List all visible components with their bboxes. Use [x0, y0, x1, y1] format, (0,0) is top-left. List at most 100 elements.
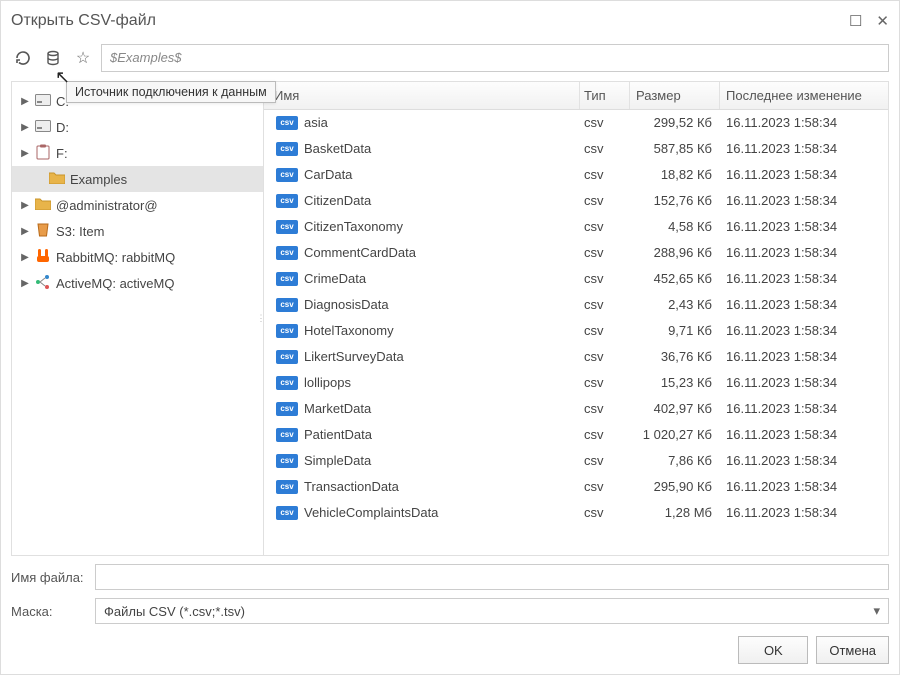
refresh-button[interactable] — [11, 46, 35, 70]
file-type: csv — [580, 245, 630, 260]
expand-icon[interactable]: ▶ — [20, 278, 30, 289]
file-type: csv — [580, 505, 630, 520]
file-size: 36,76 Кб — [630, 349, 720, 364]
file-type: csv — [580, 167, 630, 182]
database-icon — [45, 50, 61, 66]
file-row[interactable]: csvCitizenTaxonomycsv4,58 Кб16.11.2023 1… — [264, 214, 888, 240]
file-row[interactable]: csvMarketDatacsv402,97 Кб16.11.2023 1:58… — [264, 396, 888, 422]
file-name: CommentCardData — [304, 245, 416, 260]
file-row[interactable]: csvHotelTaxonomycsv9,71 Кб16.11.2023 1:5… — [264, 318, 888, 344]
file-name: lollipops — [304, 375, 351, 390]
file-modified: 16.11.2023 1:58:34 — [720, 505, 888, 520]
file-row[interactable]: csvlollipopscsv15,23 Кб16.11.2023 1:58:3… — [264, 370, 888, 396]
bucket-icon — [34, 222, 52, 240]
file-type: csv — [580, 115, 630, 130]
file-modified: 16.11.2023 1:58:34 — [720, 401, 888, 416]
path-input[interactable]: $Examples$ — [101, 44, 889, 72]
expand-icon[interactable]: ▶ — [20, 252, 30, 263]
tree-item[interactable]: ▶ActiveMQ: activeMQ — [12, 270, 263, 296]
file-row[interactable]: csvLikertSurveyDatacsv36,76 Кб16.11.2023… — [264, 344, 888, 370]
tree-item[interactable]: ▶ @administrator@ — [12, 192, 263, 218]
file-row[interactable]: csvCrimeDatacsv452,65 Кб16.11.2023 1:58:… — [264, 266, 888, 292]
csv-icon: csv — [276, 142, 298, 156]
favorite-button[interactable]: ☆ — [71, 46, 95, 70]
file-name: DiagnosisData — [304, 297, 389, 312]
expand-icon[interactable]: ▶ — [20, 96, 30, 107]
file-row[interactable]: csvCarDatacsv18,82 Кб16.11.2023 1:58:34 — [264, 162, 888, 188]
csv-icon: csv — [276, 272, 298, 286]
tree-item[interactable]: ▶F: — [12, 140, 263, 166]
csv-icon: csv — [276, 246, 298, 260]
tree-item[interactable]: Examples — [12, 166, 263, 192]
file-row[interactable]: csvasiacsv299,52 Кб16.11.2023 1:58:34 — [264, 110, 888, 136]
expand-icon[interactable]: ▶ — [20, 148, 30, 159]
file-name: CarData — [304, 167, 352, 182]
file-name: HotelTaxonomy — [304, 323, 394, 338]
expand-icon[interactable]: ▶ — [20, 200, 30, 211]
tree-item-label: @administrator@ — [56, 198, 158, 213]
filename-input[interactable] — [95, 564, 889, 590]
tree-item-label: D: — [56, 120, 69, 135]
tree-item[interactable]: ▶ D: — [12, 114, 263, 140]
file-list-body[interactable]: csvasiacsv299,52 Кб16.11.2023 1:58:34csv… — [264, 110, 888, 555]
file-size: 295,90 Кб — [630, 479, 720, 494]
nodes-icon — [34, 274, 52, 293]
file-name: BasketData — [304, 141, 371, 156]
expand-icon[interactable]: ▶ — [20, 122, 30, 133]
file-type: csv — [580, 141, 630, 156]
file-name: TransactionData — [304, 479, 399, 494]
file-name: PatientData — [304, 427, 372, 442]
folder-user-icon — [34, 197, 52, 213]
file-row[interactable]: csvDiagnosisDatacsv2,43 Кб16.11.2023 1:5… — [264, 292, 888, 318]
file-row[interactable]: csvCitizenDatacsv152,76 Кб16.11.2023 1:5… — [264, 188, 888, 214]
csv-icon: csv — [276, 116, 298, 130]
col-header-name[interactable]: Имя — [264, 82, 580, 109]
file-type: csv — [580, 349, 630, 364]
csv-icon: csv — [276, 324, 298, 338]
file-row[interactable]: csvPatientDatacsv1 020,27 Кб16.11.2023 1… — [264, 422, 888, 448]
datasource-button[interactable] — [41, 46, 65, 70]
drive-icon — [34, 93, 52, 109]
file-type: csv — [580, 297, 630, 312]
dialog-body: ▶C:▶D:▶F:Examples▶@administrator@▶S3: It… — [11, 81, 889, 556]
csv-icon: csv — [276, 506, 298, 520]
tree-item[interactable]: ▶S3: Item — [12, 218, 263, 244]
file-row[interactable]: csvVehicleComplaintsDatacsv1,28 Мб16.11.… — [264, 500, 888, 526]
csv-icon: csv — [276, 402, 298, 416]
col-header-type[interactable]: Тип — [580, 82, 630, 109]
file-size: 4,58 Кб — [630, 219, 720, 234]
col-header-size[interactable]: Размер — [630, 82, 720, 109]
datasource-tooltip: Источник подключения к данным — [66, 81, 276, 103]
close-icon[interactable]: ✕ — [876, 12, 889, 30]
dialog-title: Открыть CSV-файл — [11, 12, 156, 30]
file-modified: 16.11.2023 1:58:34 — [720, 349, 888, 364]
file-size: 2,43 Кб — [630, 297, 720, 312]
file-size: 1,28 Мб — [630, 505, 720, 520]
file-modified: 16.11.2023 1:58:34 — [720, 323, 888, 338]
folder-tree[interactable]: ▶C:▶D:▶F:Examples▶@administrator@▶S3: It… — [12, 82, 264, 555]
expand-icon[interactable]: ▶ — [20, 226, 30, 237]
col-header-modified[interactable]: Последнее изменение — [720, 82, 888, 109]
file-row[interactable]: csvSimpleDatacsv7,86 Кб16.11.2023 1:58:3… — [264, 448, 888, 474]
csv-icon: csv — [276, 194, 298, 208]
file-size: 299,52 Кб — [630, 115, 720, 130]
file-type: csv — [580, 401, 630, 416]
file-type: csv — [580, 479, 630, 494]
bottom-panel: Имя файла: Маска: Файлы CSV (*.csv;*.tsv… — [11, 564, 889, 664]
file-row[interactable]: csvTransactionDatacsv295,90 Кб16.11.2023… — [264, 474, 888, 500]
tree-item[interactable]: ▶RabbitMQ: rabbitMQ — [12, 244, 263, 270]
mask-select[interactable]: Файлы CSV (*.csv;*.tsv) ▾ — [95, 598, 889, 624]
file-type: csv — [580, 271, 630, 286]
cancel-button[interactable]: Отмена — [816, 636, 889, 664]
file-modified: 16.11.2023 1:58:34 — [720, 479, 888, 494]
file-list-header: Имя Тип Размер Последнее изменение — [264, 82, 888, 110]
csv-icon: csv — [276, 454, 298, 468]
maximize-icon[interactable]: ☐ — [849, 12, 862, 30]
file-row[interactable]: csvBasketDatacsv587,85 Кб16.11.2023 1:58… — [264, 136, 888, 162]
file-name: VehicleComplaintsData — [304, 505, 438, 520]
ok-button[interactable]: OK — [738, 636, 808, 664]
file-row[interactable]: csvCommentCardDatacsv288,96 Кб16.11.2023… — [264, 240, 888, 266]
file-type: csv — [580, 453, 630, 468]
file-size: 452,65 Кб — [630, 271, 720, 286]
file-name: CitizenData — [304, 193, 371, 208]
